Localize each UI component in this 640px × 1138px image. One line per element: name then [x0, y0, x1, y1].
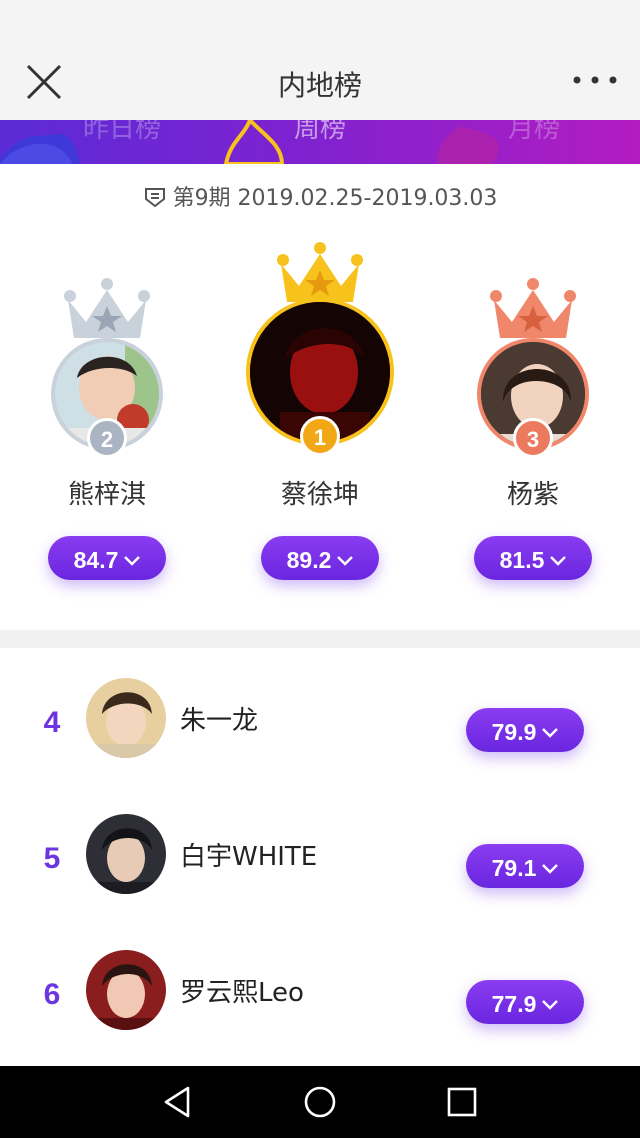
podium-third[interactable]: 3 杨紫 81.5: [426, 236, 640, 606]
rank-number: 6: [43, 978, 61, 1011]
tab-week[interactable]: 周榜: [240, 120, 400, 145]
rank-number: 4: [43, 706, 61, 739]
rank-badge: 2: [87, 418, 127, 458]
score-value: 79.9: [491, 719, 537, 745]
score-value: 79.1: [491, 855, 537, 881]
chevron-down-icon: [542, 708, 559, 752]
period-label: 第9期 2019.02.25-2019.03.03: [0, 180, 640, 215]
score-button[interactable]: 79.1: [466, 844, 584, 888]
score-value: 81.5: [499, 547, 545, 573]
rank-number: 5: [43, 842, 61, 875]
silver-crown-icon: [64, 278, 150, 338]
gold-crown-icon: [277, 242, 363, 302]
chevron-down-icon: [542, 844, 559, 888]
list-name: 罗云熙Leo: [180, 978, 304, 1008]
top-bar: 内地榜: [0, 40, 640, 120]
chevron-down-icon: [550, 536, 567, 580]
podium-name: 蔡徐坤: [280, 480, 359, 510]
more-button[interactable]: [572, 68, 618, 92]
score-value: 84.7: [73, 547, 119, 573]
score-button[interactable]: 89.2: [261, 536, 379, 580]
score-button[interactable]: 77.9: [466, 980, 584, 1024]
chevron-down-icon: [542, 980, 559, 1024]
bronze-crown-icon: [490, 278, 576, 338]
home-button[interactable]: [302, 1084, 338, 1120]
recents-square-icon: [447, 1087, 477, 1117]
back-button[interactable]: [160, 1084, 196, 1120]
list-item[interactable]: 4 朱一龙 79.9: [0, 678, 640, 798]
chevron-down-icon: [337, 536, 354, 580]
home-circle-icon: [304, 1086, 336, 1118]
chevron-down-icon: [124, 536, 141, 580]
list-badge-icon: [143, 185, 167, 215]
avatar[interactable]: [86, 678, 166, 758]
back-triangle-icon: [164, 1086, 190, 1118]
system-nav-bar: [0, 1066, 640, 1138]
list-name: 白宇WHITE: [180, 842, 318, 872]
podium-name: 熊梓淇: [67, 480, 146, 510]
avatar[interactable]: [86, 814, 166, 894]
score-button[interactable]: 81.5: [474, 536, 592, 580]
podium-name: 杨紫: [506, 480, 559, 510]
section-divider: [0, 630, 640, 648]
score-button[interactable]: 79.9: [466, 708, 584, 752]
list-item[interactable]: 5 白宇WHITE 79.1: [0, 814, 640, 934]
period-text: 第9期 2019.02.25-2019.03.03: [172, 186, 498, 211]
podium-first[interactable]: 1 蔡徐坤 89.2: [213, 236, 427, 606]
podium-second[interactable]: 2 熊梓淇 84.7: [0, 236, 214, 606]
rank-badge: 1: [300, 416, 340, 456]
score-button[interactable]: 84.7: [48, 536, 166, 580]
tab-yesterday[interactable]: 昨日榜: [42, 120, 202, 145]
list-name: 朱一龙: [180, 706, 259, 736]
recents-button[interactable]: [444, 1084, 480, 1120]
rank-badge: 3: [513, 418, 553, 458]
status-bar: [0, 0, 640, 40]
score-value: 89.2: [286, 547, 332, 573]
tab-bar: 昨日榜 周榜 月榜: [0, 120, 640, 164]
page-title: 内地榜: [277, 69, 362, 102]
list-item[interactable]: 6 罗云熙Leo 77.9: [0, 950, 640, 1070]
more-dots-icon: [573, 76, 617, 84]
avatar[interactable]: [86, 950, 166, 1030]
tab-month[interactable]: 月榜: [454, 120, 614, 145]
score-value: 77.9: [491, 991, 537, 1017]
